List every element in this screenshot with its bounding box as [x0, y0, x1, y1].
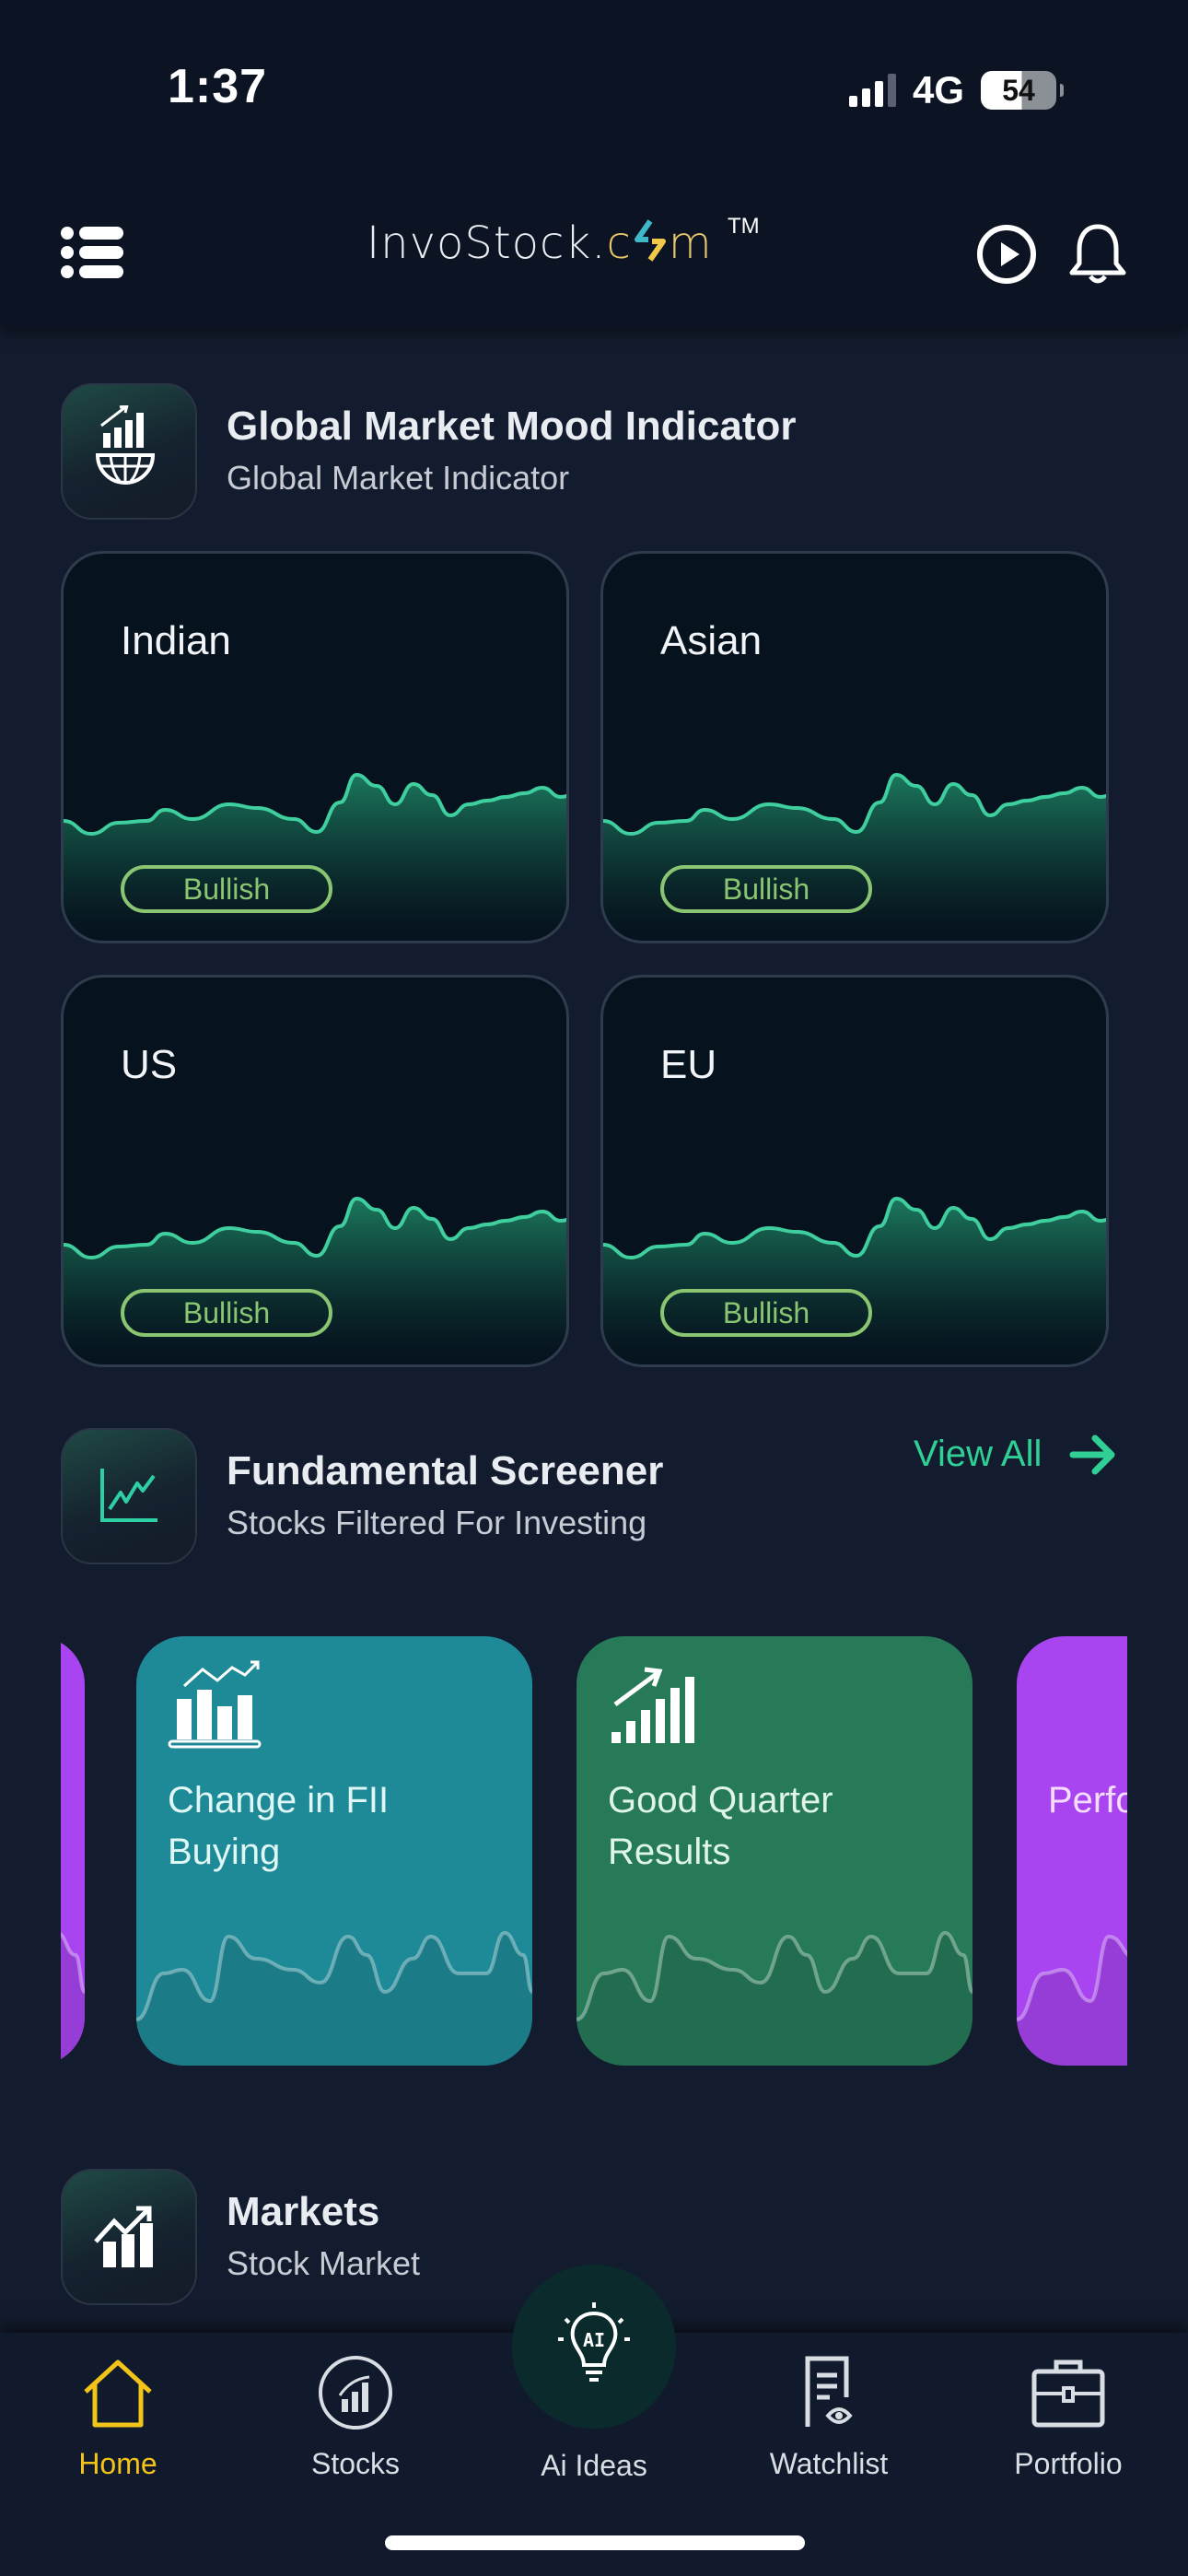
screener-card-partial-right[interactable]: Perfo	[1017, 1636, 1127, 2066]
bell-icon[interactable]	[1066, 221, 1129, 287]
screener-card-partial-left[interactable]	[61, 1636, 85, 2066]
trademark: TM	[728, 214, 760, 239]
bar-chart-trend-icon	[168, 1660, 262, 1749]
stocks-icon	[319, 2356, 392, 2430]
nav-watchlist[interactable]: Watchlist	[737, 2351, 921, 2481]
logo-text-m: m	[668, 217, 713, 269]
screener-card-title: Change in FII Buying	[168, 1780, 390, 1872]
mood-card-indian[interactable]: Indian Bullish	[61, 551, 569, 943]
status-badge: Bullish	[121, 1289, 332, 1337]
wave-area	[577, 1933, 973, 2066]
bar-chart-arrow-icon	[61, 2169, 197, 2305]
screener-card-title: Perfo	[1048, 1780, 1127, 1821]
screener-carousel[interactable]: Change in FII Buying Good Quarter Result…	[61, 1636, 1127, 2066]
nav-label: Stocks	[310, 2447, 401, 2480]
mood-card-label: US	[121, 1042, 178, 1087]
home-indicator[interactable]	[385, 2535, 805, 2550]
nav-label: Home	[78, 2447, 157, 2480]
mood-card-label: Indian	[121, 618, 231, 663]
nav-label: Watchlist	[769, 2447, 889, 2480]
signal-growth-icon	[611, 1667, 694, 1743]
watchlist-icon	[805, 2356, 853, 2427]
wave-decoration	[577, 1930, 973, 2066]
nav-ai-ideas[interactable]: AI	[512, 2265, 676, 2429]
ai-bulb-icon: AI	[558, 2302, 630, 2382]
view-all-label: View All	[914, 1434, 1042, 1474]
status-badge: Bullish	[660, 1289, 872, 1337]
mood-card-label: Asian	[660, 618, 763, 663]
arrow-right-icon	[1069, 1434, 1115, 1474]
nav-stocks[interactable]: Stocks	[263, 2351, 448, 2481]
battery-level: 54	[1002, 73, 1035, 107]
status-badge: Bullish	[660, 865, 872, 913]
wave-decoration	[61, 1932, 85, 2066]
mood-card-asian[interactable]: Asian Bullish	[600, 551, 1109, 943]
globe-chart-icon	[61, 383, 197, 520]
screener-section-subtitle: Stocks Filtered For Investing	[227, 1504, 647, 1541]
markets-section-title: Markets	[227, 2189, 380, 2234]
top-bar: 1:37 4G 54 InvoStock.c m TM	[0, 0, 1188, 328]
status-indicators: 4G 54	[849, 68, 1065, 112]
battery-icon: 54	[981, 71, 1065, 110]
view-all-link[interactable]: View All	[914, 1434, 1117, 1475]
mood-card-us[interactable]: US Bullish	[61, 975, 569, 1367]
logo-text-c: c	[606, 217, 632, 269]
screener-card-good-quarter[interactable]: Good Quarter Results	[577, 1636, 973, 2066]
nav-label: Portfolio	[1014, 2447, 1123, 2480]
nav-home[interactable]: Home	[26, 2351, 210, 2481]
mood-card-eu[interactable]: EU Bullish	[600, 975, 1109, 1367]
mood-section-title: Global Market Mood Indicator	[227, 404, 797, 449]
logo-text: InvoStock.	[367, 217, 607, 269]
status-badge: Bullish	[121, 865, 332, 913]
line-chart-icon	[61, 1428, 197, 1564]
app-logo: InvoStock.c m	[367, 217, 713, 269]
svg-text:AI: AI	[583, 2329, 605, 2351]
wave-decoration	[136, 1930, 532, 2066]
wave-area	[1017, 1937, 1127, 2066]
wave-area	[136, 1933, 532, 2066]
wave-decoration	[1017, 1934, 1127, 2066]
logo-mark-icon	[632, 217, 669, 262]
markets-section-subtitle: Stock Market	[227, 2244, 421, 2282]
screener-card-title: Good Quarter Results	[608, 1780, 833, 1872]
nav-portfolio[interactable]: Portfolio	[976, 2351, 1160, 2481]
screener-card-fii-buying[interactable]: Change in FII Buying	[136, 1636, 532, 2066]
mood-section-subtitle: Global Market Indicator	[227, 459, 570, 497]
signal-icon	[849, 74, 896, 107]
mood-card-label: EU	[660, 1042, 717, 1087]
screener-section-title: Fundamental Screener	[227, 1448, 664, 1493]
network-type: 4G	[913, 68, 965, 111]
nav-label: Ai Ideas	[541, 2449, 647, 2482]
briefcase-icon	[1031, 2359, 1105, 2428]
menu-button[interactable]	[61, 227, 123, 278]
play-circle-icon[interactable]	[977, 225, 1036, 284]
home-icon	[84, 2359, 152, 2428]
status-time: 1:37	[168, 60, 268, 113]
